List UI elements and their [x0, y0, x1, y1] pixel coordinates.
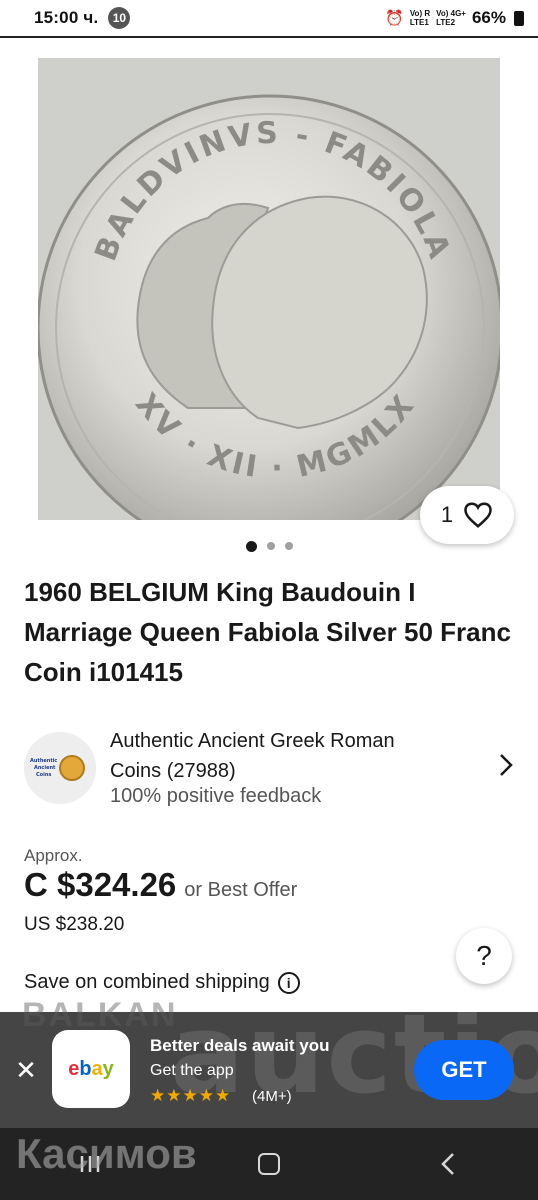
listing-image-carousel[interactable]: BALDVINVS - FABIOLA XV · XII · MGMLX	[0, 56, 538, 522]
carousel-dot[interactable]	[245, 541, 257, 552]
carousel-dot[interactable]	[266, 542, 275, 550]
heart-icon	[464, 502, 492, 528]
status-divider	[0, 36, 538, 38]
rating-stars-icon: ★★★★★	[150, 1086, 232, 1105]
svg-text:Ancient: Ancient	[34, 765, 56, 771]
home-button[interactable]	[239, 1144, 299, 1184]
carousel-indicator	[0, 541, 538, 552]
banner-subtitle: Get the app	[150, 1062, 234, 1079]
listing-title: 1960 BELGIUM King Baudouin I Marriage Qu…	[24, 577, 511, 687]
seller-name[interactable]: Authentic Ancient Greek Roman Coins (279…	[110, 726, 450, 786]
watch-count: 1	[440, 502, 454, 527]
watch-button[interactable]: 1	[420, 486, 514, 544]
carousel-dot[interactable]	[284, 542, 293, 550]
coin-image[interactable]: BALDVINVS - FABIOLA XV · XII · MGMLX	[38, 58, 500, 520]
status-bar: 15:00 ч. 10 ⏰ Vo) R LTE1 Vo) 4G+ LTE2 66…	[0, 0, 538, 36]
help-button[interactable]: ?	[456, 928, 512, 984]
notification-count-badge: 10	[108, 7, 131, 29]
seller-logo: Authentic Ancient Coins	[24, 732, 96, 804]
banner-title: Better deals await you	[150, 1036, 330, 1055]
battery-icon	[514, 10, 524, 26]
svg-text:Authentic: Authentic	[30, 758, 57, 764]
rating-count: (4M+)	[252, 1088, 292, 1105]
battery-level: 66%	[471, 8, 506, 27]
close-icon[interactable]: ✕	[10, 1054, 42, 1086]
price-amount: C $324.26	[24, 866, 177, 903]
sim2-signal: Vo) 4G+ LTE2	[436, 9, 466, 27]
status-indicators: ⏰ Vo) R LTE1 Vo) 4G+ LTE2 66%	[385, 8, 524, 28]
approx-label: Approx.	[24, 846, 83, 865]
chevron-right-icon[interactable]	[498, 752, 514, 785]
best-offer-label: or Best Offer	[184, 879, 298, 901]
status-time: 15:00 ч.	[34, 8, 99, 27]
recents-icon[interactable]	[60, 1144, 120, 1184]
svg-text:Coins: Coins	[36, 772, 51, 778]
alarm-icon: ⏰	[385, 10, 404, 27]
sim1-signal: Vo) R LTE1	[409, 9, 431, 27]
seller-avatar: Authentic Ancient Coins	[24, 732, 96, 804]
system-nav-bar	[0, 1128, 538, 1200]
price-line: C $324.26 or Best Offer	[24, 866, 297, 904]
back-icon[interactable]	[418, 1144, 478, 1184]
seller-feedback: 100% positive feedback	[110, 785, 322, 807]
us-price: US $238.20	[24, 914, 125, 935]
get-app-button[interactable]: GET	[414, 1040, 514, 1100]
home-icon	[257, 1153, 280, 1175]
ebay-app-icon: ebay	[52, 1030, 130, 1108]
seller-card[interactable]: Authentic Ancient Coins Authentic Ancien…	[24, 726, 524, 816]
